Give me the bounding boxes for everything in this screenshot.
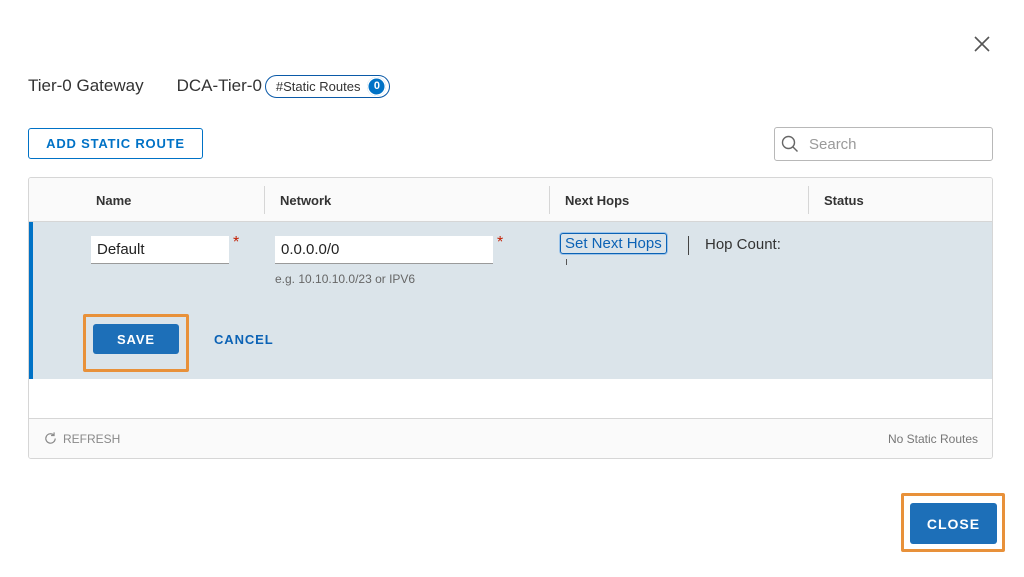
column-divider[interactable] xyxy=(264,186,265,214)
cancel-button[interactable]: CANCEL xyxy=(214,332,274,347)
grid-header: Name Network Next Hops Status xyxy=(29,178,992,222)
column-header-network[interactable]: Network xyxy=(280,178,331,222)
route-name-field[interactable]: Default xyxy=(91,236,229,264)
required-marker: * xyxy=(497,234,504,251)
refresh-button[interactable]: REFRESH xyxy=(43,431,120,446)
search-icon xyxy=(781,135,798,152)
cursor-mark xyxy=(566,259,567,265)
static-routes-chip[interactable]: #Static Routes 0 xyxy=(264,74,391,98)
add-static-route-button[interactable]: ADD STATIC ROUTE xyxy=(28,128,203,159)
gateway-name: DCA-Tier-0 xyxy=(176,76,262,95)
static-routes-grid: Name Network Next Hops Status Default * … xyxy=(28,177,993,459)
dialog-header: Tier-0 Gateway DCA-Tier-0 #Static Routes… xyxy=(28,73,391,99)
gateway-type-label: Tier-0 Gateway xyxy=(28,76,144,95)
search-box[interactable] xyxy=(774,127,993,161)
network-hint: e.g. 10.10.10.0/23 or IPV6 xyxy=(275,272,416,286)
column-header-status[interactable]: Status xyxy=(824,178,864,222)
route-edit-row: Default * 0.0.0.0/0 * e.g. 10.10.10.0/23… xyxy=(29,222,992,379)
refresh-label: REFRESH xyxy=(63,431,121,446)
required-marker: * xyxy=(233,234,240,251)
hop-count-label: Hop Count: xyxy=(705,236,781,253)
divider xyxy=(688,236,689,255)
set-next-hops-link[interactable]: Set Next Hops xyxy=(560,233,667,254)
grid-footer: REFRESH No Static Routes xyxy=(29,418,992,458)
chip-label: #Static Routes xyxy=(275,78,361,94)
column-divider[interactable] xyxy=(549,186,550,214)
close-icon[interactable] xyxy=(972,34,992,54)
column-divider[interactable] xyxy=(808,186,809,214)
column-header-name[interactable]: Name xyxy=(96,178,131,222)
grid-status-text: No Static Routes xyxy=(887,432,978,446)
column-header-next-hops[interactable]: Next Hops xyxy=(565,178,629,222)
chip-count-badge: 0 xyxy=(367,76,387,96)
network-field[interactable]: 0.0.0.0/0 xyxy=(275,236,493,264)
refresh-icon xyxy=(45,432,56,444)
close-button[interactable]: CLOSE xyxy=(910,503,997,544)
save-button[interactable]: SAVE xyxy=(93,324,179,354)
search-input[interactable] xyxy=(809,135,979,153)
